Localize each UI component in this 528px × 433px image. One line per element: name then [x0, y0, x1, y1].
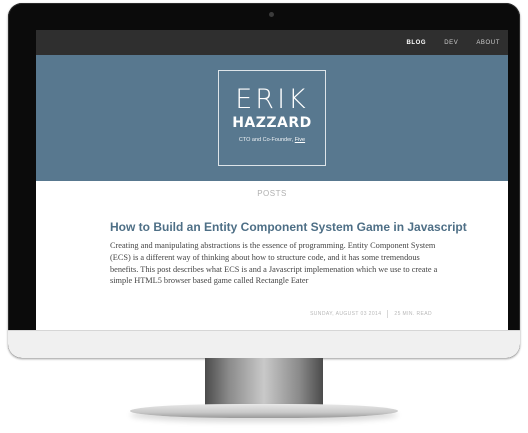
monitor-chin — [8, 330, 520, 358]
browser-screen: BLOG DEV ABOUT ERIK HAZZARD CTO and Co-F… — [36, 30, 508, 332]
post-excerpt: Creating and manipulating abstractions i… — [110, 241, 438, 286]
nav-links: BLOG DEV ABOUT — [406, 30, 500, 55]
tagline-text: CTO and Co-Founder, — [238, 137, 295, 143]
post-title-link[interactable]: How to Build an Entity Component System … — [110, 220, 467, 234]
nav-item-dev[interactable]: DEV — [444, 40, 458, 46]
post-meta: SUNDAY, AUGUST 03 2014 25 MIN. READ — [310, 310, 432, 318]
webcam-icon — [269, 12, 274, 17]
monitor-stand-base — [130, 404, 398, 418]
nav-item-about[interactable]: ABOUT — [476, 40, 500, 46]
posts-section-label: POSTS — [257, 189, 287, 198]
logo-first-name: ERIK — [235, 84, 309, 115]
hero-banner: ERIK HAZZARD CTO and Co-Founder, Five — [36, 55, 508, 181]
site-logo[interactable]: ERIK HAZZARD CTO and Co-Founder, Five — [218, 70, 326, 166]
logo-last-name: HAZZARD — [232, 115, 312, 131]
post-date: SUNDAY, AUGUST 03 2014 — [310, 311, 382, 317]
meta-divider — [387, 310, 389, 318]
post-read-time: 25 MIN. READ — [394, 311, 432, 317]
tagline-link-five[interactable]: Five — [295, 137, 305, 143]
monitor-frame: BLOG DEV ABOUT ERIK HAZZARD CTO and Co-F… — [8, 3, 520, 358]
tagline: CTO and Co-Founder, Five — [219, 137, 325, 143]
monitor-stand-neck — [205, 358, 323, 410]
nav-item-blog[interactable]: BLOG — [406, 40, 426, 46]
top-nav: BLOG DEV ABOUT — [36, 30, 508, 55]
